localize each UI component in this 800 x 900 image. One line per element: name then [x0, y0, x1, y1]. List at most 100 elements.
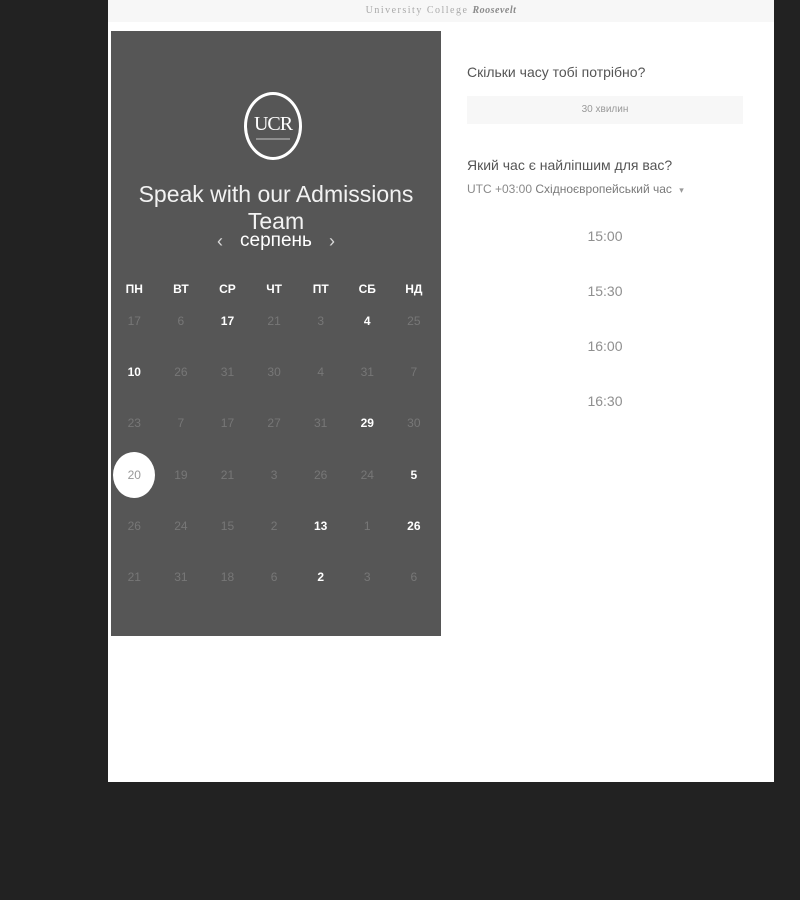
selected-day[interactable]: 20 — [111, 451, 158, 498]
unavailable-day: 25 — [391, 298, 438, 344]
time-slot-list: 15:00 15:30 16:00 16:30 — [467, 221, 743, 441]
day-number: 6 — [177, 313, 185, 328]
unavailable-day: 18 — [204, 554, 251, 600]
time-question: Який час є найліпшим для вас? — [467, 157, 673, 173]
unavailable-day: 21 — [111, 554, 158, 600]
weekday-label: СР — [219, 282, 236, 296]
day-number: 29 — [360, 416, 374, 431]
unavailable-day: 31 — [204, 349, 251, 395]
weekday-label: НД — [405, 282, 423, 296]
ucr-logo: UCR — [244, 92, 302, 160]
day-number: 31 — [360, 364, 374, 379]
time-slot-button[interactable]: 16:30 — [467, 386, 743, 441]
timezone-selector[interactable]: UTC +03:00 Східноєвропейський час ▾ — [467, 182, 684, 196]
caret-down-icon: ▾ — [679, 185, 684, 195]
day-number: 13 — [313, 518, 328, 533]
unavailable-day: 6 — [391, 554, 438, 600]
day-number: 21 — [220, 467, 235, 482]
unavailable-day: 30 — [251, 349, 298, 395]
day-number: 30 — [407, 416, 421, 431]
day-number: 30 — [267, 364, 281, 379]
day-number: 10 — [127, 364, 141, 379]
day-number: 3 — [317, 313, 325, 328]
day-number: 18 — [220, 570, 235, 585]
day-number: 6 — [270, 570, 278, 585]
unavailable-day: 24 — [158, 503, 205, 549]
brand-name: University College Roosevelt — [366, 5, 517, 16]
calendar-week-row: 20 19 21 3 26 24 5 — [111, 449, 441, 500]
available-day[interactable]: 17 — [204, 298, 251, 344]
logo-text: UCR — [253, 113, 293, 135]
available-day[interactable]: 4 — [344, 298, 391, 344]
day-number: 17 — [220, 313, 235, 328]
day-number: 21 — [267, 313, 281, 328]
logo-subline — [256, 138, 290, 140]
day-number: 26 — [127, 518, 141, 533]
time-slot-button[interactable]: 15:00 — [467, 221, 743, 276]
booking-widget: University College Roosevelt UCR Speak w… — [108, 0, 774, 782]
unavailable-day: 3 — [344, 554, 391, 600]
available-day[interactable]: 26 — [391, 503, 438, 549]
unavailable-day: 26 — [111, 503, 158, 549]
unavailable-day: 21 — [204, 452, 251, 498]
time-slot-button[interactable]: 16:00 — [467, 331, 743, 386]
brand-main-text: University College — [365, 5, 469, 16]
time-slot-button[interactable]: 15:30 — [467, 276, 743, 331]
weekday-label: ЧТ — [266, 282, 282, 296]
day-number: 31 — [220, 364, 235, 379]
available-day[interactable]: 2 — [297, 554, 344, 600]
day-number: 3 — [363, 570, 371, 585]
available-day[interactable]: 10 — [111, 349, 158, 395]
day-number: 31 — [313, 416, 328, 431]
chevron-left-icon[interactable]: ‹ — [212, 231, 228, 252]
duration-select[interactable]: 30 хвилин — [467, 96, 743, 124]
unavailable-day: 2 — [251, 503, 298, 549]
weekday-label: ВТ — [173, 282, 189, 296]
day-number: 7 — [410, 364, 418, 379]
calendar-week-row: 21 31 18 6 2 3 6 — [111, 551, 441, 602]
calendar-week-row: 17 6 17 21 3 4 25 — [111, 295, 441, 346]
day-number: 4 — [363, 313, 371, 328]
weekday-label: СБ — [358, 282, 376, 296]
day-number: 26 — [174, 364, 188, 379]
unavailable-day: 3 — [297, 298, 344, 344]
weekday-header-row: ПН ВТ СР ЧТ ПТ СБ НД — [111, 282, 441, 296]
day-number: 5 — [410, 467, 418, 482]
chevron-right-icon[interactable]: › — [324, 231, 340, 252]
day-number: 24 — [174, 518, 188, 533]
calendar-week-row: 10 26 31 30 4 31 7 — [111, 346, 441, 397]
unavailable-day: 4 — [297, 349, 344, 395]
day-number: 26 — [313, 467, 328, 482]
day-number: 26 — [407, 518, 421, 533]
brand-italic-text: Roosevelt — [472, 5, 517, 16]
brand-bar: University College Roosevelt — [108, 0, 774, 22]
available-day[interactable]: 5 — [391, 452, 438, 498]
month-label: серпень — [240, 230, 312, 251]
day-number: 27 — [267, 416, 281, 431]
unavailable-day: 6 — [251, 554, 298, 600]
month-navigator: ‹ серпень › — [111, 227, 441, 255]
day-number: 23 — [127, 416, 141, 431]
day-number: 4 — [317, 364, 325, 379]
unavailable-day: 24 — [344, 452, 391, 498]
calendar-week-row: 26 24 15 2 13 1 26 — [111, 500, 441, 551]
weekday-label: ПТ — [312, 282, 329, 296]
unavailable-day: 30 — [391, 400, 438, 446]
calendar-grid: 17 6 17 21 3 4 25 10 26 31 30 4 31 7 23 7 17 27 31 29 30 20 19… — [111, 295, 441, 603]
calendar-week-row: 23 7 17 27 31 29 30 — [111, 398, 441, 449]
day-number: 2 — [317, 570, 325, 585]
day-number: 17 — [127, 313, 141, 328]
unavailable-day: 26 — [297, 452, 344, 498]
duration-question: Скільки часу тобі потрібно? — [467, 64, 646, 80]
unavailable-day: 21 — [251, 298, 298, 344]
unavailable-day: 31 — [297, 400, 344, 446]
unavailable-day: 3 — [251, 452, 298, 498]
weekday-label: ПН — [125, 282, 143, 296]
unavailable-day: 26 — [158, 349, 205, 395]
unavailable-day: 7 — [391, 349, 438, 395]
unavailable-day: 19 — [158, 452, 205, 498]
available-day[interactable]: 13 — [297, 503, 344, 549]
unavailable-day: 31 — [344, 349, 391, 395]
available-day[interactable]: 29 — [344, 400, 391, 446]
day-number: 7 — [177, 416, 185, 431]
